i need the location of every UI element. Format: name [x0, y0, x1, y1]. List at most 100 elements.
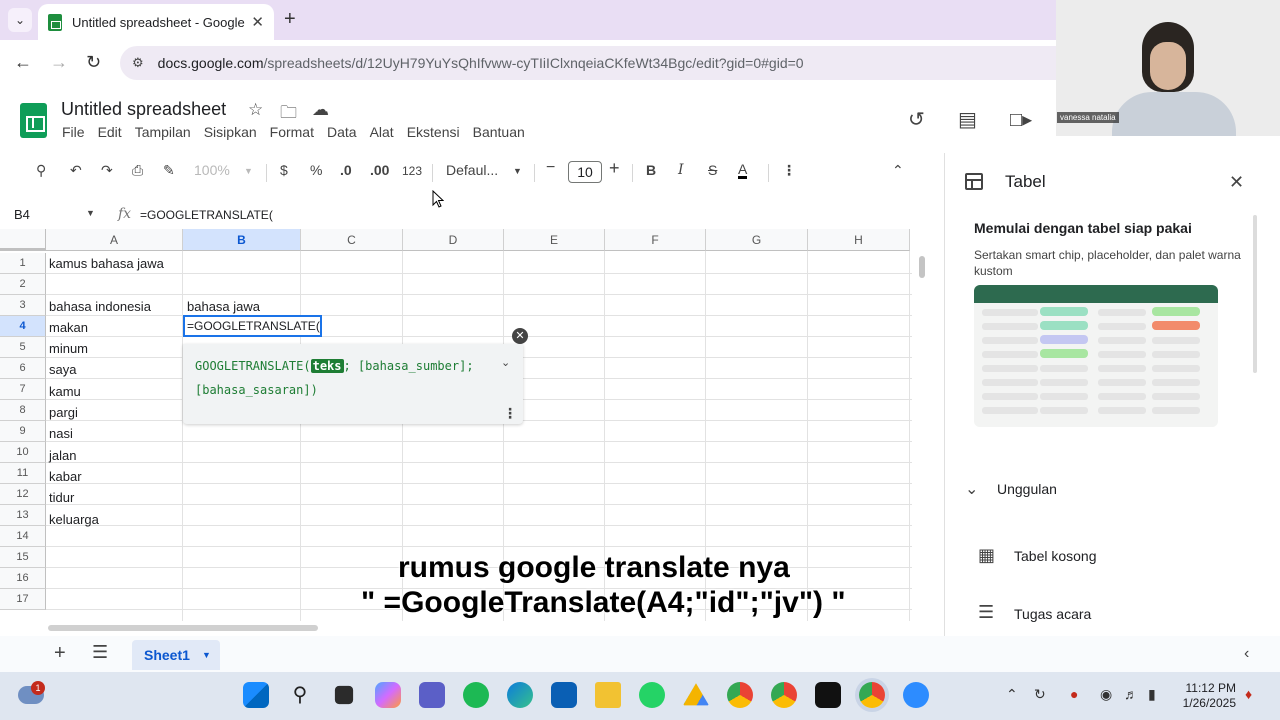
featured-section-toggle[interactable]: Unggulan: [997, 481, 1057, 497]
battery-icon[interactable]: ▮: [1148, 686, 1156, 703]
template-event-tasks[interactable]: Tugas acara: [1014, 606, 1091, 622]
menu-tools[interactable]: Alat: [370, 124, 394, 140]
menu-view[interactable]: Tampilan: [135, 124, 191, 140]
cell-a10[interactable]: jalan: [49, 448, 76, 463]
cloud-saved-icon[interactable]: ☁: [312, 100, 329, 120]
column-header-b[interactable]: B: [183, 229, 301, 251]
capcut-icon[interactable]: [815, 682, 841, 708]
sheet-tab-chevron-down-icon[interactable]: ▼: [202, 640, 211, 670]
text-color-button[interactable]: A: [738, 162, 748, 179]
meet-camera-icon[interactable]: □▸: [1010, 107, 1032, 132]
row-header[interactable]: 15: [0, 547, 46, 568]
column-header-c[interactable]: C: [301, 229, 403, 251]
clock[interactable]: 11:12 PM 1/26/2025: [1180, 681, 1236, 711]
cell-a4[interactable]: makan: [49, 320, 88, 335]
percent-format-button[interactable]: %: [310, 162, 322, 178]
collapse-menus-chevron-up-icon[interactable]: ⌃: [892, 162, 904, 179]
cell-a3[interactable]: bahasa indonesia: [49, 299, 151, 314]
select-all-corner[interactable]: [0, 229, 46, 251]
undo-icon[interactable]: ↶: [70, 162, 82, 179]
row-header[interactable]: 6: [0, 358, 46, 379]
menu-edit[interactable]: Edit: [98, 124, 122, 140]
all-sheets-menu-icon[interactable]: ☰: [92, 642, 108, 663]
menu-data[interactable]: Data: [327, 124, 357, 140]
google-drive-icon[interactable]: [683, 683, 709, 706]
row-header[interactable]: 12: [0, 484, 46, 505]
column-header-d[interactable]: D: [403, 229, 504, 251]
formula-help-more-icon[interactable]: ⋮: [503, 405, 517, 422]
zoom-select[interactable]: 100%: [194, 162, 230, 178]
decrease-decimal-button[interactable]: .0: [340, 162, 352, 178]
close-tab-icon[interactable]: ✕: [251, 13, 264, 31]
tab-search-menu-button[interactable]: ⌄: [8, 8, 32, 32]
search-icon[interactable]: ⚲: [287, 682, 313, 708]
row-header[interactable]: 5: [0, 337, 46, 358]
start-windows-icon[interactable]: [243, 682, 269, 708]
document-title[interactable]: Untitled spreadsheet: [61, 99, 226, 120]
font-family-select[interactable]: Defaul...: [446, 162, 498, 178]
bold-button[interactable]: B: [646, 162, 656, 178]
close-panel-icon[interactable]: ✕: [1229, 172, 1244, 193]
zoom-chevron-down-icon[interactable]: ▼: [244, 166, 253, 176]
cell-a6[interactable]: saya: [49, 362, 76, 377]
cell-a12[interactable]: tidur: [49, 490, 74, 505]
spotify-icon[interactable]: [463, 682, 489, 708]
font-size-input[interactable]: 10: [568, 161, 602, 183]
whatsapp-icon[interactable]: [639, 682, 665, 708]
row-header[interactable]: 16: [0, 568, 46, 589]
more-options-icon[interactable]: ⋮: [782, 162, 796, 179]
strikethrough-button[interactable]: S: [708, 162, 717, 178]
tray-overflow-chevron-icon[interactable]: ⌃: [1006, 686, 1018, 703]
name-box[interactable]: B4: [14, 207, 30, 222]
number-format-button[interactable]: 123: [402, 164, 422, 178]
cell-a1[interactable]: kamus bahasa jawa: [49, 256, 164, 271]
row-header[interactable]: 11: [0, 463, 46, 484]
row-header[interactable]: 9: [0, 421, 46, 442]
sheet-tab-sheet1[interactable]: Sheet1 ▼: [132, 640, 220, 670]
microphone-icon[interactable]: ●: [1070, 686, 1078, 702]
row-header[interactable]: 4: [0, 316, 46, 337]
task-view-icon[interactable]: [334, 685, 354, 705]
row-header[interactable]: 17: [0, 589, 46, 610]
vertical-scrollbar[interactable]: [916, 254, 928, 618]
side-panel-toggle-chevron-icon[interactable]: ‹: [1244, 645, 1249, 663]
font-size-increase-button[interactable]: +: [609, 158, 620, 179]
row-header[interactable]: 14: [0, 526, 46, 547]
browser-tab-active[interactable]: Untitled spreadsheet - Google S ✕: [38, 4, 274, 40]
font-size-decrease-button[interactable]: −: [546, 159, 555, 177]
wifi-icon[interactable]: ◉: [1100, 686, 1112, 703]
paint-format-icon[interactable]: ✎: [163, 162, 175, 179]
row-header[interactable]: 3: [0, 295, 46, 316]
comments-icon[interactable]: ▤: [958, 107, 977, 132]
vertical-scroll-thumb[interactable]: [919, 256, 925, 278]
active-cell-editor-b4[interactable]: =GOOGLETRANSLATE(: [183, 315, 322, 337]
menu-extensions[interactable]: Ekstensi: [407, 124, 460, 140]
search-menus-icon[interactable]: ⚲: [36, 162, 46, 179]
cell-a8[interactable]: pargi: [49, 405, 78, 420]
column-header-e[interactable]: E: [504, 229, 605, 251]
reload-icon[interactable]: ↻: [86, 52, 101, 73]
column-header-h[interactable]: H: [808, 229, 910, 251]
version-history-icon[interactable]: ↺: [908, 107, 925, 132]
star-icon[interactable]: ☆: [248, 100, 263, 120]
currency-format-button[interactable]: $: [280, 162, 288, 178]
menu-format[interactable]: Format: [270, 124, 314, 140]
zoom-icon[interactable]: [903, 682, 929, 708]
sync-icon[interactable]: ↻: [1034, 686, 1046, 703]
row-header[interactable]: 13: [0, 505, 46, 526]
teams-icon[interactable]: [419, 682, 445, 708]
menu-insert[interactable]: Sisipkan: [204, 124, 257, 140]
site-info-icon[interactable]: ⚙: [132, 55, 144, 71]
horizontal-scrollbar[interactable]: [46, 622, 918, 632]
row-header[interactable]: 7: [0, 379, 46, 400]
row-header[interactable]: 8: [0, 400, 46, 421]
table-template-preview[interactable]: [974, 285, 1218, 427]
cell-a9[interactable]: nasi: [49, 426, 73, 441]
formula-input[interactable]: =GOOGLETRANSLATE(: [140, 208, 273, 222]
font-chevron-down-icon[interactable]: ▼: [513, 166, 522, 176]
cell-a5[interactable]: minum: [49, 341, 88, 356]
chrome-active-icon[interactable]: [859, 682, 885, 708]
chrome-icon[interactable]: [771, 682, 797, 708]
print-icon[interactable]: ⎙: [132, 162, 143, 179]
add-sheet-button[interactable]: +: [54, 642, 66, 665]
